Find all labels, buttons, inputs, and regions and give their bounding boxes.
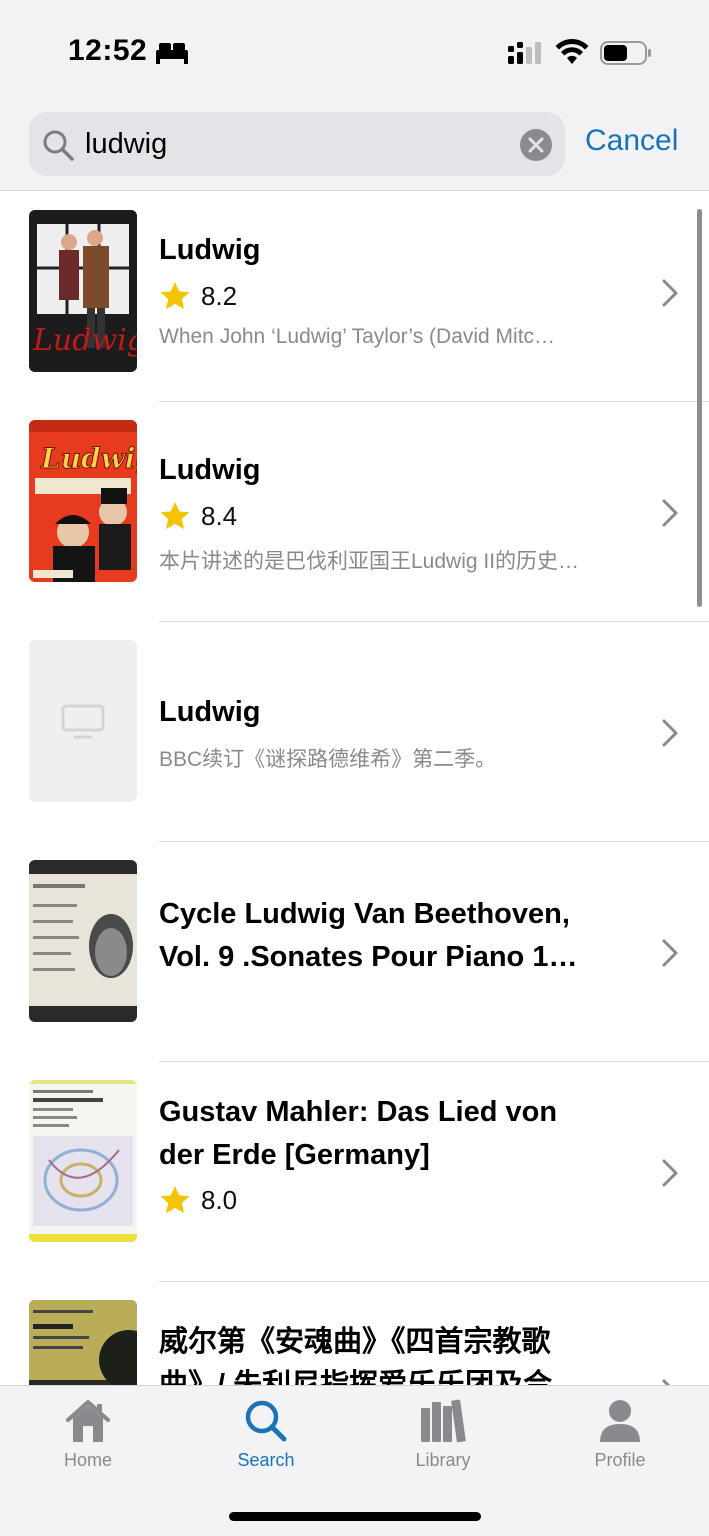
row-divider (159, 621, 709, 622)
cancel-button[interactable]: Cancel (585, 124, 678, 158)
chevron-right-icon (662, 279, 678, 307)
scroll-indicator[interactable] (697, 209, 702, 607)
result-row[interactable]: Gustav Mahler: Das Lied von der Erde [Ge… (0, 1061, 709, 1281)
chevron-right-icon (662, 719, 678, 747)
result-title: Ludwig (159, 234, 261, 266)
rating: 8.4 (159, 498, 237, 534)
search-icon (43, 130, 74, 161)
result-description: When John ‘Ludwig’ Taylor’s (David Mitc… (159, 325, 556, 348)
poster-thumbnail: Ludwig (29, 420, 137, 582)
magnifier-icon (245, 1400, 287, 1442)
row-divider (159, 401, 709, 402)
row-divider (159, 1281, 709, 1282)
home-indicator[interactable] (229, 1512, 481, 1521)
search-field[interactable] (29, 112, 565, 176)
clear-search-button[interactable] (520, 129, 552, 161)
poster-thumbnail: Ludwig (29, 210, 137, 372)
rating: 8.0 (159, 1182, 237, 1218)
svg-text:Ludwig: Ludwig (40, 442, 137, 475)
tab-label: Profile (594, 1450, 646, 1470)
album-thumbnail (29, 1300, 137, 1385)
result-row[interactable]: Cycle Ludwig Van Beethoven, Vol. 9 .Sona… (0, 841, 709, 1061)
result-title: Gustav Mahler: Das Lied von der Erde [Ge… (159, 1096, 558, 1171)
search-header: Cancel (0, 100, 709, 191)
chevron-right-icon (662, 499, 678, 527)
result-row[interactable]: 威尔第《安魂曲》《四首宗教歌曲》/ 朱利尼指挥爱乐乐团及合… (0, 1281, 709, 1385)
placeholder-thumbnail (29, 640, 137, 802)
tab-home[interactable]: Home (18, 1386, 158, 1486)
tv-icon (61, 704, 105, 739)
search-results-list[interactable]: Ludwig Ludwig 8.2 When John ‘Ludwig’ Tay… (0, 191, 709, 1385)
tab-bar: Home Search Library Profile (0, 1385, 709, 1536)
chevron-right-icon (662, 939, 678, 967)
result-title: 威尔第《安魂曲》《四首宗教歌曲》/ 朱利尼指挥爱乐乐团及合… (159, 1326, 582, 1385)
rating: 8.2 (159, 278, 237, 314)
tab-label: Search (237, 1450, 295, 1470)
star-icon (160, 282, 190, 310)
result-title: Ludwig (159, 454, 261, 486)
search-input[interactable] (85, 120, 505, 168)
album-thumbnail (29, 860, 137, 1022)
house-icon (66, 1400, 110, 1442)
result-description: 本片讲述的是巴伐利亚国王Ludwig II的历史… (159, 550, 580, 573)
person-icon (600, 1400, 640, 1442)
tab-library[interactable]: Library (373, 1386, 513, 1486)
chevron-right-icon (662, 1379, 671, 1385)
tab-label: Home (63, 1450, 112, 1470)
books-icon (421, 1399, 466, 1443)
chevron-right-icon (662, 1159, 678, 1187)
tab-label: Library (415, 1450, 471, 1470)
album-thumbnail (29, 1080, 137, 1242)
row-divider (159, 1061, 709, 1062)
status-bar: 12:52 (0, 0, 709, 100)
sleep-focus-icon (156, 43, 188, 64)
wifi-icon (555, 39, 589, 64)
battery-icon (600, 41, 651, 65)
result-title: Ludwig (159, 696, 261, 728)
result-title: Cycle Ludwig Van Beethoven, Vol. 9 .Sona… (159, 898, 578, 973)
rating-value: 8.4 (201, 500, 238, 531)
result-row[interactable]: Ludwig Ludwig 8.2 When John ‘Ludwig’ Tay… (0, 191, 709, 411)
result-row[interactable]: Ludwig Ludwig 8.4 本片讲述的是巴伐利亚国王Ludwig II的… (0, 401, 709, 621)
rating-value: 8.2 (201, 280, 238, 311)
result-row[interactable]: Ludwig BBC续订《谜探路德维希》第二季。 (0, 621, 709, 841)
star-icon (160, 1186, 190, 1214)
star-icon (160, 502, 190, 530)
result-description: BBC续订《谜探路德维希》第二季。 (159, 748, 497, 771)
row-divider (159, 841, 709, 842)
tab-search[interactable]: Search (196, 1386, 336, 1486)
cellular-signal-icon (508, 42, 541, 64)
close-icon (528, 137, 544, 153)
svg-text:Ludwig: Ludwig (32, 323, 137, 358)
rating-value: 8.0 (201, 1184, 238, 1215)
status-time: 12:52 (68, 34, 148, 67)
tab-profile[interactable]: Profile (550, 1386, 690, 1486)
